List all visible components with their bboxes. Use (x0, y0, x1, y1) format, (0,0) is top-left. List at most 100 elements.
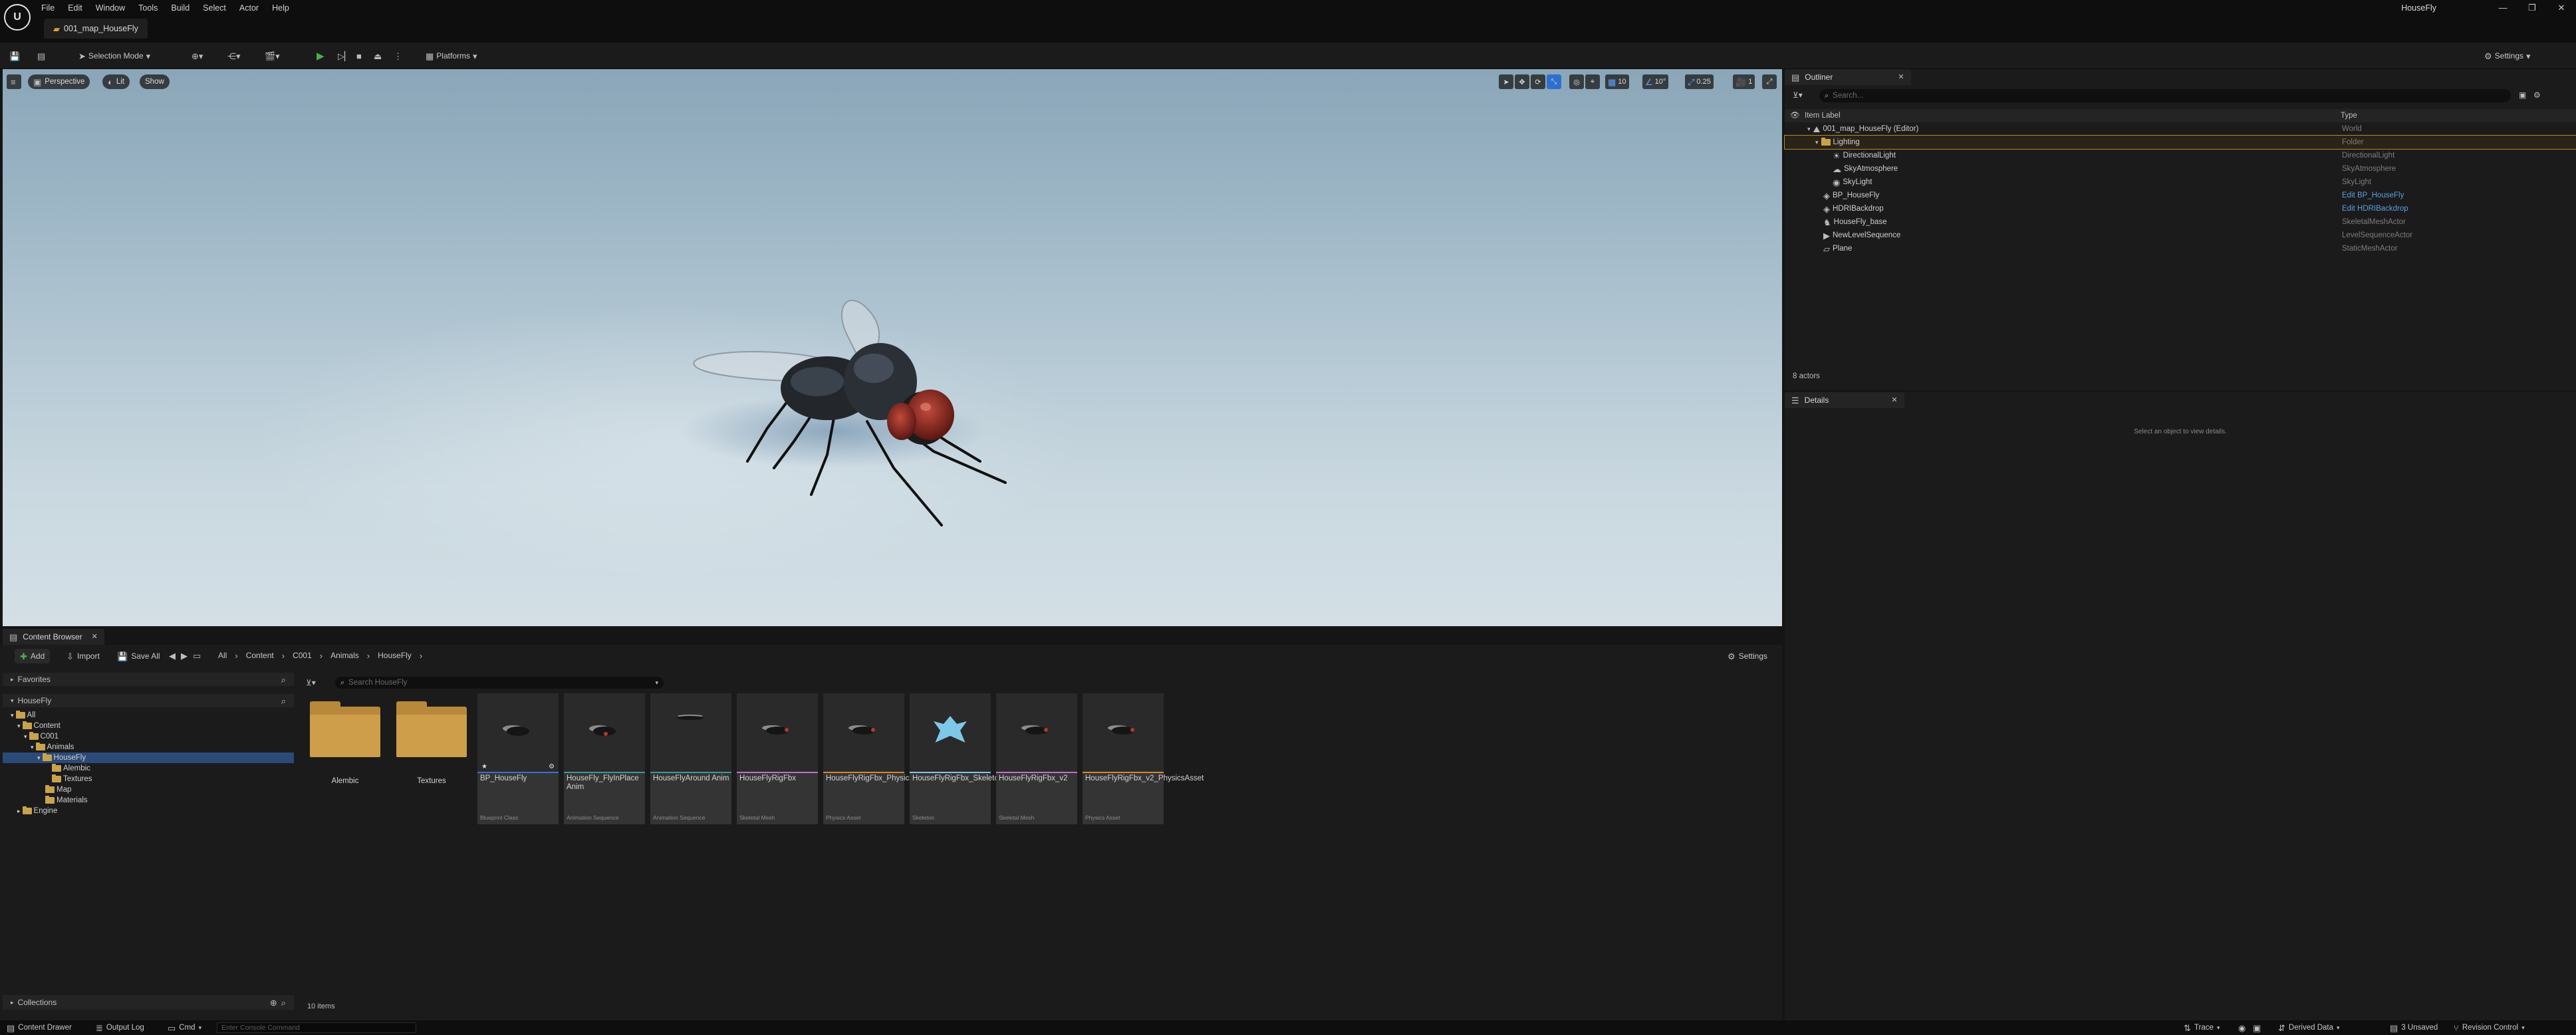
select-tool-icon[interactable]: ➤ (1499, 74, 1513, 89)
asset-tile[interactable]: HouseFlyRigFbx_v2_PhysicsAsset Physics A… (1083, 693, 1204, 824)
breadcrumb-item[interactable]: All (218, 649, 227, 661)
save-icon[interactable]: 💾 (9, 47, 20, 64)
viewport-options-button[interactable]: ≡ (7, 74, 21, 89)
translate-tool-icon[interactable]: ✥ (1515, 74, 1529, 89)
show-button[interactable]: Show (140, 74, 170, 89)
level-viewport[interactable]: ≡ ▣ Perspective ◐ Lit Show ➤ ✥ ⟳ ⤡ ◎ ⌖ ▦… (3, 69, 1782, 626)
back-icon[interactable]: ◀ (169, 651, 176, 660)
import-button[interactable]: ⇩ Import (61, 649, 105, 663)
derived-data-dropdown[interactable]: ⇵ Derived Data ▾ (2278, 1020, 2340, 1035)
cmd-dropdown[interactable]: ▭ Cmd ▾ (168, 1020, 201, 1035)
asset-tile[interactable]: HouseFlyRigFbx_PhysicsAsset Physics Asse… (823, 693, 932, 824)
close-icon[interactable]: ✕ (1891, 396, 1897, 404)
menu-build[interactable]: Build (164, 0, 196, 16)
asset-tile[interactable]: HouseFly_FlyInPlace Anim Animation Seque… (564, 693, 645, 824)
asset-tile[interactable]: ★ ⚙ BP_HouseFly Blueprint Class (477, 693, 559, 824)
add-button[interactable]: ✚ Add (15, 649, 51, 663)
add-actor-button[interactable]: ⊕▾ (192, 47, 203, 64)
outliner-row[interactable]: ♞ HouseFly_base SkeletalMeshActor (1785, 215, 2576, 229)
unreal-logo-icon[interactable]: U (4, 4, 31, 31)
root-folder-header[interactable]: ▾ HouseFly ⌕ (3, 694, 294, 707)
outliner-row[interactable]: ▾ Lighting Folder (1784, 135, 2576, 150)
settings-dropdown[interactable]: ⚙ Settings ▾ (2484, 47, 2531, 64)
forward-icon[interactable]: ▶ (181, 651, 188, 660)
perspective-button[interactable]: ▣ Perspective (28, 74, 90, 89)
visibility-column-icon[interactable]: 👁 (1790, 109, 1800, 122)
asset-tile[interactable]: HouseFlyRigFbx_v2 Skeletal Mesh (996, 693, 1077, 824)
selection-mode-dropdown[interactable]: ➤ Selection Mode ▾ (74, 47, 154, 64)
asset-filter-button[interactable]: ⊻▾ (306, 678, 316, 687)
details-tab[interactable]: ☰ Details ✕ (1785, 392, 1904, 408)
tree-item-engine[interactable]: ▸ Engine (17, 806, 57, 816)
outliner-row[interactable]: ▾ ⛰ 001_map_HouseFly (Editor) World (1785, 122, 2576, 136)
menu-select[interactable]: Select (196, 0, 233, 16)
trace-dropdown[interactable]: ⇅ Trace ▾ (2184, 1020, 2220, 1035)
lit-button[interactable]: ◐ Lit (102, 74, 130, 89)
cinematics-button[interactable]: 🎬▾ (265, 47, 280, 64)
asset-tile-folder[interactable]: Alembic (305, 693, 386, 824)
favorites-header[interactable]: ▸ Favorites ⌕ (3, 673, 294, 686)
map-tab[interactable]: ▰ 001_map_HouseFly (44, 19, 148, 39)
angle-snap-toggle[interactable]: ∠ 10° (1642, 74, 1669, 89)
outliner-row[interactable]: ☀ DirectionalLight DirectionalLight (1785, 149, 2576, 162)
save-all-button[interactable]: 💾 Save All (112, 649, 166, 663)
tree-item-textures[interactable]: Textures (52, 774, 92, 784)
grid-snap-toggle[interactable]: ▦ 10 (1605, 74, 1629, 89)
rotate-tool-icon[interactable]: ⟳ (1531, 74, 1545, 89)
folder-nav-icon[interactable]: ▭ (193, 651, 201, 660)
revision-control-dropdown[interactable]: ⑂ Revision Control ▾ (2454, 1020, 2525, 1035)
tree-item-animals[interactable]: ▾ Animals (31, 742, 74, 752)
content-browser-settings-button[interactable]: ⚙ Settings (1722, 649, 1773, 663)
menu-actor[interactable]: Actor (233, 0, 265, 16)
platforms-dropdown[interactable]: ▦ Platforms ▾ (426, 47, 477, 64)
tree-item-map[interactable]: Map (45, 784, 71, 795)
scale-tool-icon[interactable]: ⤡ (1547, 74, 1561, 89)
record-icon[interactable]: ◉ (2238, 1020, 2246, 1035)
menu-edit[interactable]: Edit (61, 0, 89, 16)
outliner-row[interactable]: ☁ SkyAtmosphere SkyAtmosphere (1785, 162, 2576, 175)
asset-tile[interactable]: HouseFlyRigFbx Skeletal Mesh (737, 693, 818, 824)
unsaved-button[interactable]: ▤ 3 Unsaved (2390, 1020, 2438, 1035)
breadcrumb-item[interactable]: Content (246, 649, 274, 661)
type-column[interactable]: Type (2341, 109, 2357, 122)
stop-button[interactable]: ■ (356, 47, 362, 64)
item-label-column[interactable]: Item Label (1805, 109, 1841, 122)
outliner-row[interactable]: ◈ HDRIBackdrop Edit HDRIBackdrop (1785, 202, 2576, 215)
asset-tile-folder[interactable]: Textures (391, 693, 472, 824)
edit-blueprint-link[interactable]: Edit BP_HouseFly (2342, 189, 2404, 202)
tree-item-materials[interactable]: Materials (45, 795, 88, 806)
collections-header[interactable]: ▸ Collections ⊕ ⌕ (3, 995, 294, 1010)
step-button[interactable]: ▷▏ (338, 47, 351, 64)
breadcrumb-item[interactable]: HouseFly (378, 649, 412, 661)
outliner-row[interactable]: ◈ BP_HouseFly Edit BP_HouseFly (1785, 189, 2576, 202)
search-icon[interactable]: ⌕ (281, 998, 286, 1007)
content-browser-tab[interactable]: ▤ Content Browser ✕ (3, 629, 104, 645)
surface-snap-icon[interactable]: ⌖ (1585, 74, 1600, 89)
search-icon[interactable]: ⌕ (281, 675, 286, 684)
play-button[interactable]: ▶ (317, 47, 324, 64)
console-input[interactable]: Enter Console Command (217, 1022, 416, 1033)
minimize-button[interactable]: — (2488, 0, 2517, 16)
content-drawer-button[interactable]: ▤ Content Drawer (7, 1020, 72, 1035)
asset-tile[interactable]: HouseFlyRigFbx_Skeleton Skeleton (910, 693, 1003, 824)
menu-window[interactable]: Window (89, 0, 132, 16)
scale-snap-toggle[interactable]: ⤢ 0.25 (1685, 74, 1714, 89)
menu-help[interactable]: Help (265, 0, 296, 16)
world-local-icon[interactable]: ◎ (1569, 74, 1584, 89)
outliner-tab[interactable]: ▤ Outliner ✕ (1785, 69, 1911, 85)
tree-item-c001[interactable]: ▾ C001 (24, 731, 59, 742)
outliner-row[interactable]: ▱ Plane StaticMeshActor (1785, 242, 2576, 255)
maximize-viewport-icon[interactable]: ⤢ (1762, 74, 1777, 89)
eject-button[interactable]: ⏏ (374, 47, 382, 64)
outliner-settings-icon[interactable]: ⚙ (2533, 90, 2541, 100)
close-icon[interactable]: ✕ (92, 633, 98, 641)
camera-speed-button[interactable]: 🎥 1 (1733, 74, 1755, 89)
edit-blueprint-link[interactable]: Edit HDRIBackdrop (2342, 202, 2408, 215)
outliner-filter-button[interactable]: ⊻▾ (1793, 90, 1803, 100)
play-options-icon[interactable]: ⋮ (394, 47, 402, 64)
content-icon[interactable]: ▤ (37, 47, 45, 64)
tree-item-alembic[interactable]: Alembic (52, 763, 90, 774)
output-log-button[interactable]: ≣ Output Log (96, 1020, 144, 1035)
tree-item-housefly[interactable]: ▾ HouseFly (3, 752, 294, 763)
menu-tools[interactable]: Tools (132, 0, 164, 16)
